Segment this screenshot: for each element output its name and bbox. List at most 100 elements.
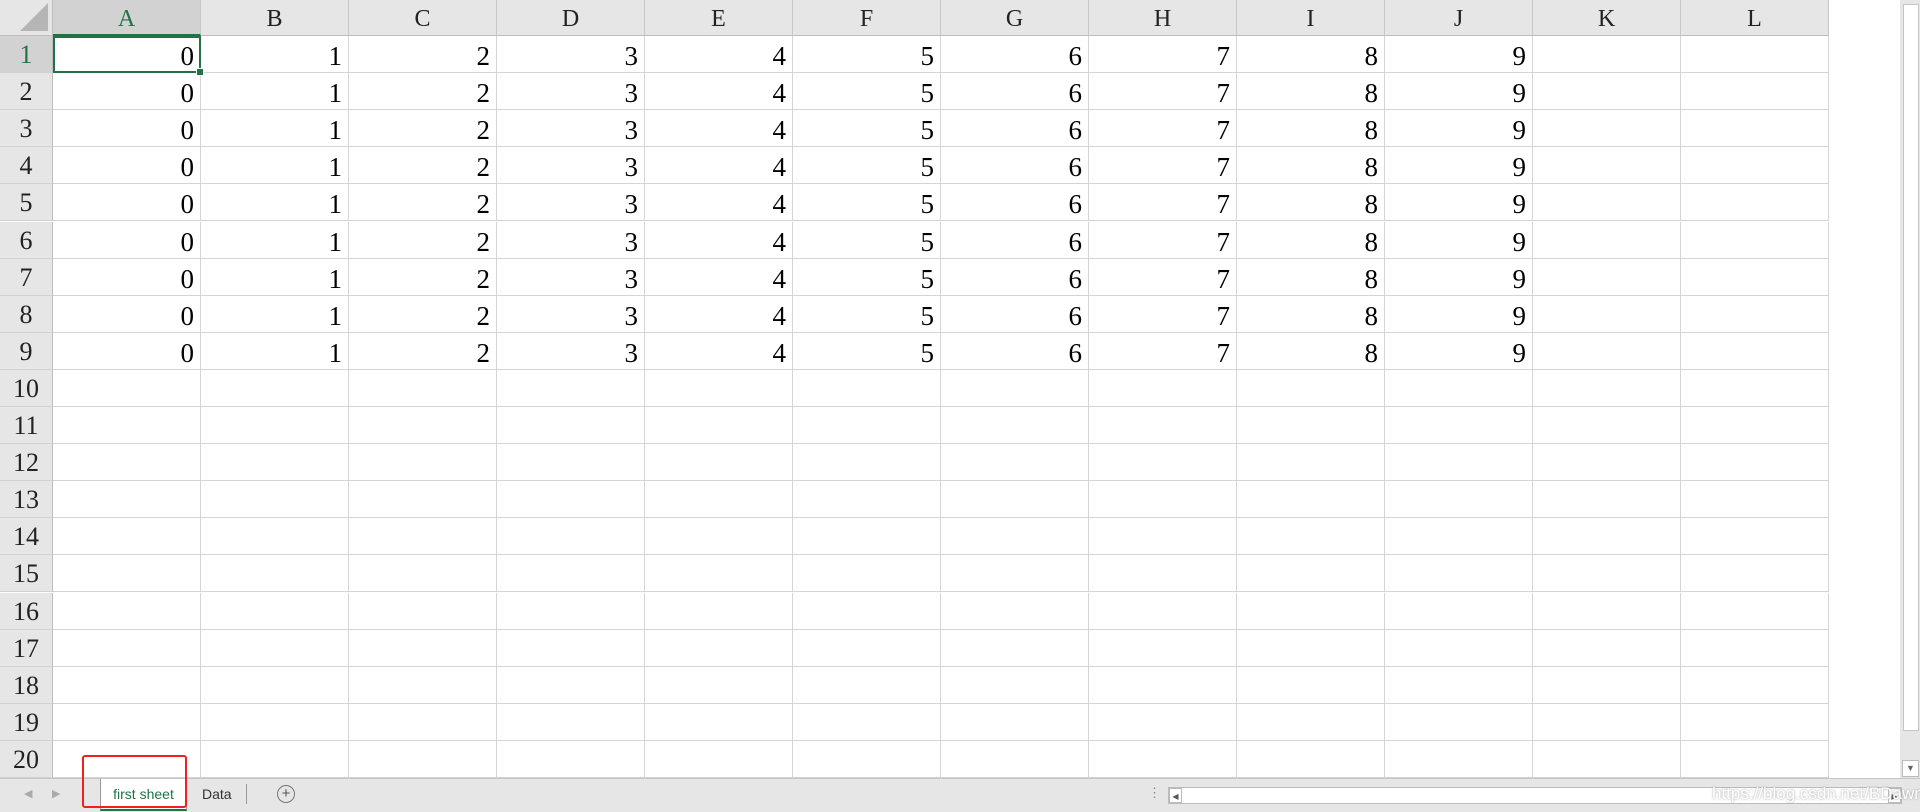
cell-D1[interactable]: 3 xyxy=(497,36,645,73)
cell-F17[interactable] xyxy=(793,629,941,667)
cell-D2[interactable]: 3 xyxy=(497,73,645,111)
cell-F9[interactable]: 5 xyxy=(793,332,941,370)
cell-E9[interactable]: 4 xyxy=(645,332,793,370)
row-header-16[interactable]: 16 xyxy=(0,592,53,630)
cell-C18[interactable] xyxy=(349,666,497,704)
cell-A7[interactable]: 0 xyxy=(53,258,201,296)
cell-D16[interactable] xyxy=(497,592,645,630)
cell-D5[interactable]: 3 xyxy=(497,184,645,222)
cell-H2[interactable]: 7 xyxy=(1089,73,1237,111)
cell-L7[interactable] xyxy=(1681,258,1829,296)
cell-E14[interactable] xyxy=(645,518,793,556)
cell-G2[interactable]: 6 xyxy=(941,73,1089,111)
cell-L20[interactable] xyxy=(1681,740,1829,778)
row-header-20[interactable]: 20 xyxy=(0,740,53,778)
cell-G4[interactable]: 6 xyxy=(941,147,1089,185)
cell-L14[interactable] xyxy=(1681,518,1829,556)
cell-L8[interactable] xyxy=(1681,295,1829,333)
cell-G14[interactable] xyxy=(941,518,1089,556)
cell-E11[interactable] xyxy=(645,407,793,444)
cell-A8[interactable]: 0 xyxy=(53,295,201,333)
cell-K10[interactable] xyxy=(1533,369,1681,407)
row-header-14[interactable]: 14 xyxy=(0,518,53,556)
cell-K6[interactable] xyxy=(1533,221,1681,259)
cell-C19[interactable] xyxy=(349,703,497,741)
cell-H5[interactable]: 7 xyxy=(1089,184,1237,222)
cell-J7[interactable]: 9 xyxy=(1385,258,1533,296)
cell-C13[interactable] xyxy=(349,481,497,519)
cell-J4[interactable]: 9 xyxy=(1385,147,1533,185)
cell-K17[interactable] xyxy=(1533,629,1681,667)
cell-I12[interactable] xyxy=(1237,444,1385,482)
cell-D19[interactable] xyxy=(497,703,645,741)
cell-I11[interactable] xyxy=(1237,407,1385,444)
cell-F6[interactable]: 5 xyxy=(793,221,941,259)
cell-E10[interactable] xyxy=(645,369,793,407)
cell-F7[interactable]: 5 xyxy=(793,258,941,296)
cell-L19[interactable] xyxy=(1681,703,1829,741)
cell-J18[interactable] xyxy=(1385,666,1533,704)
row-header-12[interactable]: 12 xyxy=(0,444,53,482)
cell-E1[interactable]: 4 xyxy=(645,36,793,73)
cell-H18[interactable] xyxy=(1089,666,1237,704)
column-header-K[interactable]: K xyxy=(1533,0,1681,36)
next-sheet-icon[interactable]: ▶ xyxy=(52,787,60,800)
cell-H15[interactable] xyxy=(1089,555,1237,593)
cell-G5[interactable]: 6 xyxy=(941,184,1089,222)
cell-B4[interactable]: 1 xyxy=(201,147,349,185)
cell-D17[interactable] xyxy=(497,629,645,667)
cell-B16[interactable] xyxy=(201,592,349,630)
cell-D11[interactable] xyxy=(497,407,645,444)
cell-C6[interactable]: 2 xyxy=(349,221,497,259)
cell-L12[interactable] xyxy=(1681,444,1829,482)
cell-C11[interactable] xyxy=(349,407,497,444)
cell-F16[interactable] xyxy=(793,592,941,630)
cell-G1[interactable]: 6 xyxy=(941,36,1089,73)
cell-B10[interactable] xyxy=(201,369,349,407)
cell-K20[interactable] xyxy=(1533,740,1681,778)
cell-E17[interactable] xyxy=(645,629,793,667)
cell-I16[interactable] xyxy=(1237,592,1385,630)
cell-D10[interactable] xyxy=(497,369,645,407)
cell-I1[interactable]: 8 xyxy=(1237,36,1385,73)
row-header-13[interactable]: 13 xyxy=(0,481,53,519)
cell-E4[interactable]: 4 xyxy=(645,147,793,185)
cell-K15[interactable] xyxy=(1533,555,1681,593)
row-header-1[interactable]: 1 xyxy=(0,36,53,73)
cell-L9[interactable] xyxy=(1681,332,1829,370)
cell-A18[interactable] xyxy=(53,666,201,704)
splitter-handle-icon[interactable]: ⋮ xyxy=(1148,785,1161,801)
cell-F5[interactable]: 5 xyxy=(793,184,941,222)
cell-F20[interactable] xyxy=(793,740,941,778)
cell-E19[interactable] xyxy=(645,703,793,741)
cell-E7[interactable]: 4 xyxy=(645,258,793,296)
cell-I19[interactable] xyxy=(1237,703,1385,741)
cell-A3[interactable]: 0 xyxy=(53,110,201,148)
cell-B12[interactable] xyxy=(201,444,349,482)
cell-L15[interactable] xyxy=(1681,555,1829,593)
cell-H20[interactable] xyxy=(1089,740,1237,778)
cell-H16[interactable] xyxy=(1089,592,1237,630)
column-header-H[interactable]: H xyxy=(1089,0,1237,36)
cell-A6[interactable]: 0 xyxy=(53,221,201,259)
cell-B6[interactable]: 1 xyxy=(201,221,349,259)
cell-E13[interactable] xyxy=(645,481,793,519)
cell-L18[interactable] xyxy=(1681,666,1829,704)
cell-C3[interactable]: 2 xyxy=(349,110,497,148)
cell-L3[interactable] xyxy=(1681,110,1829,148)
spreadsheet-grid[interactable]: ABCDEFGHIJKL1012345678920123456789301234… xyxy=(0,0,1900,778)
cell-L6[interactable] xyxy=(1681,221,1829,259)
cell-I6[interactable]: 8 xyxy=(1237,221,1385,259)
cell-G8[interactable]: 6 xyxy=(941,295,1089,333)
row-header-18[interactable]: 18 xyxy=(0,666,53,704)
cell-B17[interactable] xyxy=(201,629,349,667)
cell-J6[interactable]: 9 xyxy=(1385,221,1533,259)
scroll-down-arrow-icon[interactable]: ▼ xyxy=(1902,760,1919,777)
cell-D18[interactable] xyxy=(497,666,645,704)
cell-C1[interactable]: 2 xyxy=(349,36,497,73)
cell-J11[interactable] xyxy=(1385,407,1533,444)
cell-J19[interactable] xyxy=(1385,703,1533,741)
column-header-J[interactable]: J xyxy=(1385,0,1533,36)
cell-J14[interactable] xyxy=(1385,518,1533,556)
cell-D9[interactable]: 3 xyxy=(497,332,645,370)
